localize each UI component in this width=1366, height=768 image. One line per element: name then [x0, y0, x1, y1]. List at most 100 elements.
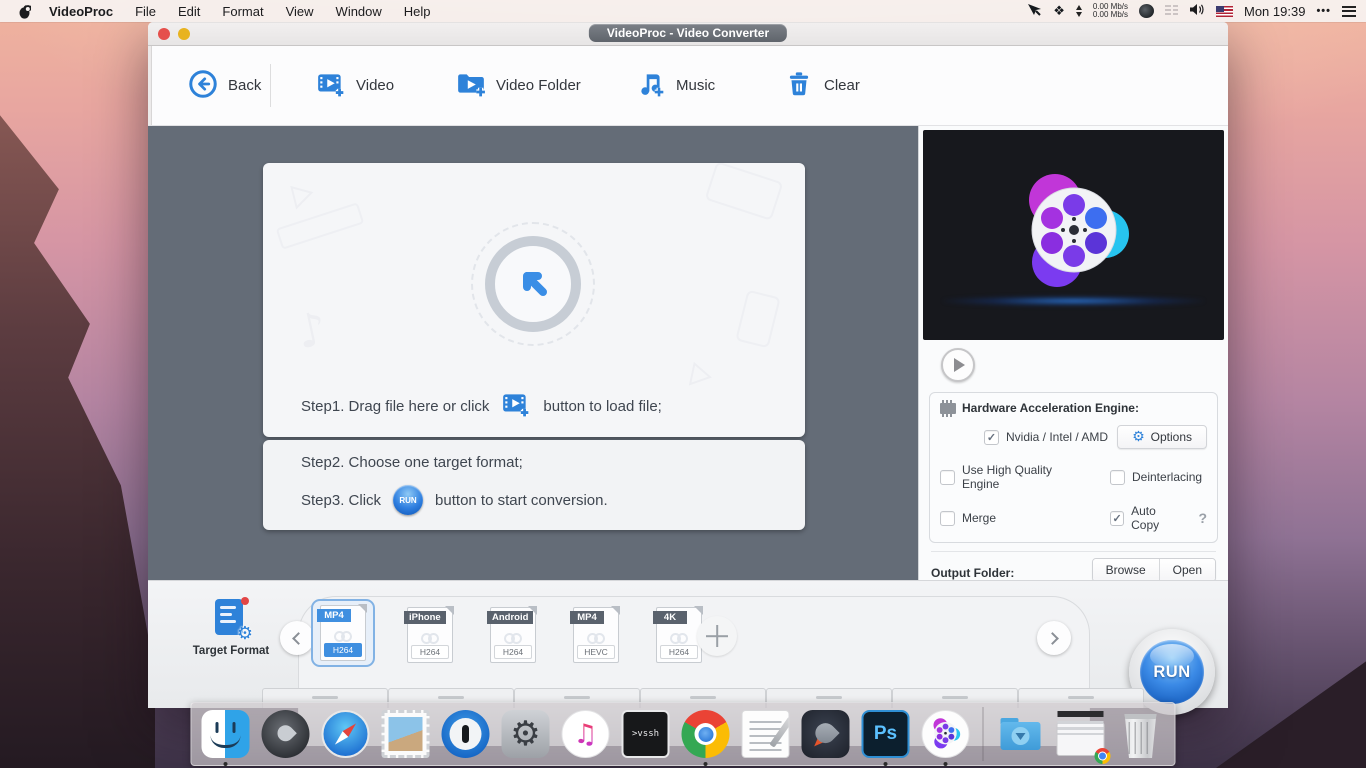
dock-item-photoshop[interactable]: Ps	[860, 708, 912, 760]
format-chip-iphone-h264[interactable]: iPhoneH264	[402, 602, 458, 668]
merge-checkbox-box[interactable]	[940, 511, 955, 526]
music-button[interactable]: Music	[636, 69, 715, 103]
dock-item-finder[interactable]	[200, 708, 252, 760]
video-label: Video	[356, 77, 394, 94]
merge-checkbox[interactable]: Merge	[940, 511, 1092, 526]
file-area-backdrop: ♪ Step1. Drag file here or click button …	[148, 126, 918, 580]
high-quality-checkbox[interactable]: Use High Quality Engine	[940, 463, 1092, 491]
film-reel-watermark-icon	[504, 633, 522, 644]
mountain-left	[0, 95, 155, 768]
videoproc-logo	[999, 158, 1149, 313]
video-button[interactable]: Video	[316, 69, 394, 103]
toolbar-divider	[270, 64, 271, 107]
format-chip-mp4-h264[interactable]: MP4H264	[311, 599, 375, 667]
chip-codec-label: H264	[411, 645, 449, 659]
chip-format-name: MP4	[570, 611, 604, 624]
gpu-checkbox-box[interactable]: ✓	[984, 430, 999, 445]
chevron-right-icon	[1046, 632, 1059, 645]
format-chip-android-h264[interactable]: AndroidH264	[485, 602, 541, 668]
dock-item-minimized-window[interactable]	[1055, 708, 1107, 760]
preview-panel: Hardware Acceleration Engine: ✓ Nvidia /…	[918, 126, 1228, 580]
menu-item-format[interactable]: Format	[222, 4, 263, 19]
dock-item-textedit[interactable]	[740, 708, 792, 760]
menu-app-name[interactable]: VideoProc	[49, 4, 113, 19]
dock-item-mail[interactable]	[380, 708, 432, 760]
menu-items: File Edit Format View Window Help	[135, 4, 452, 19]
volume-icon[interactable]	[1189, 3, 1205, 19]
music-label: Music	[676, 77, 715, 94]
drop-target-ring[interactable]	[485, 236, 581, 332]
auto-copy-checkbox[interactable]: ✓ Auto Copy ?	[1110, 504, 1207, 532]
gpu-checkbox-label: Nvidia / Intel / AMD	[1006, 430, 1108, 444]
video-add-icon	[316, 69, 346, 103]
video-folder-button[interactable]: Video Folder	[456, 69, 581, 103]
trash-icon	[784, 69, 814, 103]
menu-item-window[interactable]: Window	[336, 4, 382, 19]
high-quality-checkbox-box[interactable]	[940, 470, 955, 485]
options-button[interactable]: ⚙ Options	[1117, 425, 1207, 449]
deinterlacing-label: Deinterlacing	[1132, 470, 1202, 484]
scroll-left-button[interactable]	[280, 621, 314, 655]
dock-item-chrome[interactable]	[680, 708, 732, 760]
apple-menu-icon[interactable]	[18, 4, 31, 19]
dock-item-system-preferences[interactable]: ⚙	[500, 708, 552, 760]
help-icon[interactable]: ?	[1198, 510, 1207, 526]
dock-item-trash[interactable]	[1115, 708, 1167, 760]
toolbar: Back Video Video Folder Music Clear	[148, 46, 1228, 126]
video-add-icon	[501, 389, 531, 423]
minimize-button[interactable]	[178, 28, 190, 40]
format-chip-mp4-hevc[interactable]: MP4 HEVC	[568, 602, 624, 668]
dock-item-launchpad[interactable]	[260, 708, 312, 760]
dock-item-safari[interactable]	[320, 708, 372, 760]
chevron-left-icon	[292, 632, 305, 645]
display-columns-icon[interactable]	[1165, 5, 1178, 17]
menu-item-file[interactable]: File	[135, 4, 156, 19]
format-gear-icon: ⚙	[237, 625, 253, 643]
notification-dot	[241, 597, 249, 605]
chip-codec-label: H264	[494, 645, 532, 659]
network-arrows-icon[interactable]	[1076, 5, 1082, 17]
dock-item-downloads-folder[interactable]	[995, 708, 1047, 760]
title-bar[interactable]: VideoProc - Video Converter	[148, 22, 1228, 46]
add-format-button[interactable]	[697, 616, 737, 656]
close-button[interactable]	[158, 28, 170, 40]
run-icon-small: RUN	[393, 485, 423, 515]
chip-codec-label: HEVC	[577, 645, 615, 659]
pointer-status-icon[interactable]	[1027, 3, 1042, 19]
film-reel-watermark-icon	[670, 633, 688, 644]
menu-item-edit[interactable]: Edit	[178, 4, 200, 19]
mountain-right	[1216, 638, 1366, 768]
deinterlacing-checkbox[interactable]: Deinterlacing	[1110, 470, 1207, 485]
target-format-button[interactable]: ⚙ Target Format	[186, 597, 276, 657]
clear-button[interactable]: Clear	[784, 69, 860, 103]
auto-copy-checkbox-box[interactable]: ✓	[1110, 511, 1124, 526]
steps-card: Step2. Choose one target format; Step3. …	[263, 440, 805, 530]
back-button[interactable]: Back	[188, 69, 261, 103]
input-language-flag-icon[interactable]	[1216, 6, 1233, 17]
dock-item-rocket-app[interactable]	[800, 708, 852, 760]
open-button[interactable]: Open	[1160, 559, 1215, 581]
video-folder-add-icon	[456, 69, 486, 103]
menu-item-help[interactable]: Help	[404, 4, 431, 19]
menu-item-view[interactable]: View	[286, 4, 314, 19]
menu-clock[interactable]: Mon 19:39	[1244, 4, 1305, 19]
play-button[interactable]	[941, 348, 975, 382]
format-chip-list: MP4H264 iPhoneH264 AndroidH264 MP4 HEVC 4K H26…	[311, 599, 707, 668]
dock-item-1password[interactable]	[440, 708, 492, 760]
gpu-checkbox[interactable]: ✓ Nvidia / Intel / AMD	[984, 430, 1108, 445]
notification-center-icon[interactable]	[1342, 6, 1356, 17]
deinterlacing-checkbox-box[interactable]	[1110, 470, 1125, 485]
browse-button[interactable]: Browse	[1093, 559, 1160, 581]
chip-format-name: 4K	[653, 611, 687, 624]
hardware-title: Hardware Acceleration Engine:	[962, 401, 1139, 415]
dock-item-terminal[interactable]: >vssh	[620, 708, 672, 760]
camera-status-icon[interactable]	[1139, 4, 1154, 18]
dock-item-videoproc[interactable]	[920, 708, 972, 760]
dock-item-itunes[interactable]: ♫	[560, 708, 612, 760]
step1-text-suffix: button to load file;	[543, 398, 661, 415]
scroll-right-button[interactable]	[1037, 621, 1071, 655]
cursor-arrow-icon	[512, 261, 554, 308]
menu-overflow-dots[interactable]: •••	[1316, 5, 1331, 17]
dropbox-icon[interactable]: ❖	[1053, 3, 1065, 19]
drop-zone[interactable]: ♪ Step1. Drag file here or click button …	[263, 163, 805, 437]
